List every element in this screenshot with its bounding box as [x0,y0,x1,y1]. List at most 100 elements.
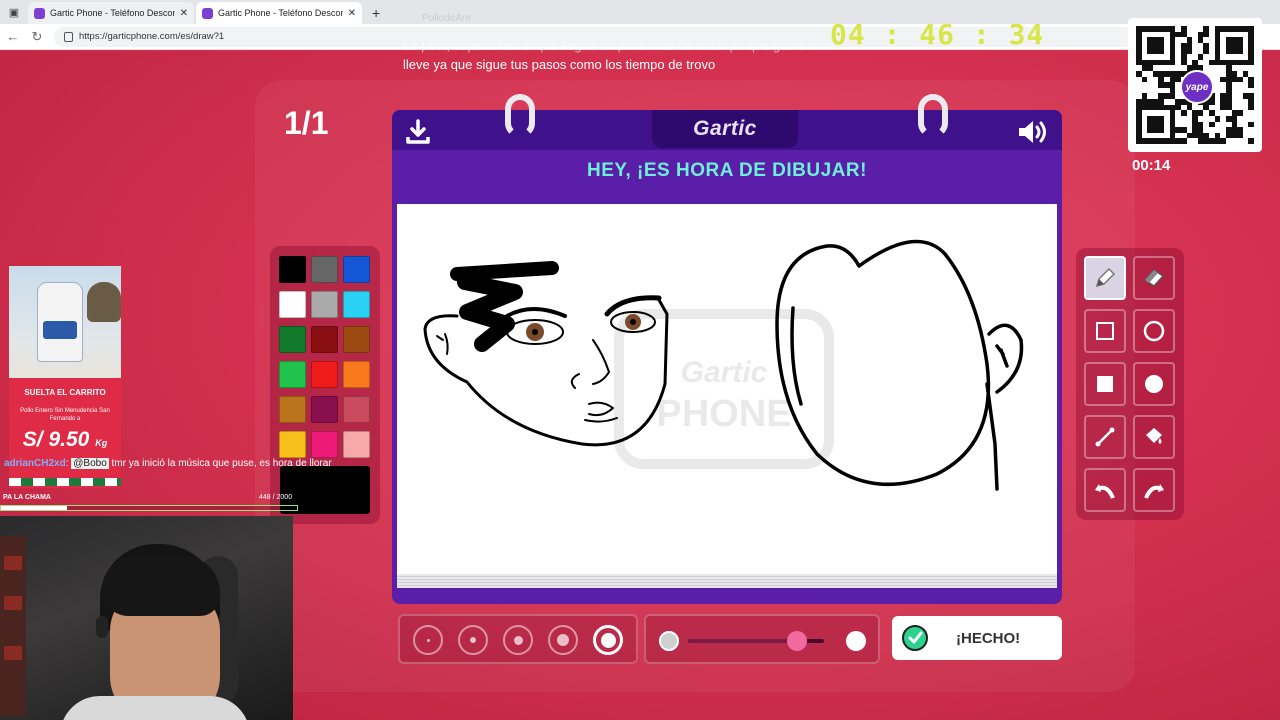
new-tab-button[interactable]: + [364,2,388,24]
color-swatch[interactable] [311,291,338,318]
color-swatch[interactable] [311,431,338,458]
eraser-icon [1143,269,1165,287]
goal-count: 448 / 2000 [259,494,293,501]
color-swatch[interactable] [343,256,370,283]
url-text: https://garticphone.com/es/draw?1 [79,31,225,42]
redo-icon [1144,484,1164,499]
goal-label: PA LA CHAMA [3,494,51,501]
lyrics-line-2: lleve ya que sigue tus pasos como los ti… [403,57,716,72]
chat-mention: @Bobo [71,458,109,469]
line-tool-button[interactable] [1084,415,1126,459]
color-swatch[interactable] [343,291,370,318]
dinosaur-image [87,282,121,322]
opacity-slider [644,614,880,664]
brush-size-button[interactable] [548,625,578,655]
brush-size-button[interactable] [458,625,488,655]
color-swatch[interactable] [311,361,338,388]
right-eye-pupil [630,319,636,325]
right-head-drawing [775,239,1024,491]
rectangle-filled-icon [1097,376,1113,392]
gartic-favicon-icon [202,7,213,19]
done-button[interactable]: ¡HECHO! [892,616,1062,660]
eraser-tool-button[interactable] [1133,256,1175,300]
browser-tab-1[interactable]: Gartic Phone - Teléfono Descompuesto ✕ [28,2,194,24]
color-swatch[interactable] [279,361,306,388]
undo-tool-button[interactable] [1084,468,1126,512]
download-icon[interactable] [404,118,432,146]
color-swatch[interactable] [311,326,338,353]
circle-outline-icon [1143,320,1165,342]
opacity-handle[interactable] [787,631,807,651]
chat-username: adrianCH2xd [4,458,66,469]
sound-icon[interactable] [1016,117,1050,147]
fill-bucket-tool-button[interactable] [1133,415,1175,459]
brush-size-button[interactable] [413,625,443,655]
color-swatch[interactable] [279,326,306,353]
gartic-favicon-icon [34,7,45,19]
gartic-logo: Gartic [652,110,798,148]
pencil-icon [1095,267,1116,288]
line-icon [1095,427,1115,447]
color-swatch[interactable] [279,256,306,283]
browser-tab-title: Gartic Phone - Teléfono Descompuesto [50,8,175,18]
color-swatch[interactable] [343,431,370,458]
background-shelf [0,536,26,716]
brush-size-dot [557,634,569,646]
color-swatch[interactable] [343,326,370,353]
streamer-shirt [60,696,250,720]
back-icon[interactable]: ← [6,29,20,44]
left-eye-pupil [532,329,538,335]
tab-actions-icon[interactable]: ▣ [0,0,28,24]
circle-filled-icon [1145,375,1163,393]
round-counter: 1/1 [284,105,329,141]
reload-icon[interactable]: ↻ [30,29,44,45]
browser-tab-title: Gartic Phone - Teléfono Descompuesto [218,8,343,18]
lock-icon [64,31,73,42]
check-icon [902,625,928,651]
qr-code: yape [1128,18,1262,152]
close-tab-icon[interactable]: ✕ [348,8,356,19]
browser-tab-bar: ▣ Gartic Phone - Teléfono Descompuesto ✕… [0,0,1280,24]
goal-fill [1,506,67,510]
color-swatch[interactable] [311,256,338,283]
rectangle-outline-tool-button[interactable] [1084,309,1126,353]
binder-ring-left [505,94,535,138]
qr-countdown: 00:14 [1132,157,1171,174]
color-swatch[interactable] [343,361,370,388]
color-swatch[interactable] [279,431,306,458]
ad-subtitle: Pollo Entero Sin Menudencia San Fernando… [20,408,110,422]
color-swatch[interactable] [343,396,370,423]
chat-message: adrianCH2xd: @Bobo tmr ya inició la músi… [4,458,332,469]
chicken-bag-image [37,282,83,362]
watermark-word-1: Gartic [681,356,768,389]
color-swatch[interactable] [279,291,306,318]
pencil-tool-button[interactable] [1084,256,1126,300]
left-face-drawing [423,261,669,447]
earphone [96,616,108,638]
drawing-canvas[interactable]: Gartic PHONE [397,204,1057,586]
brush-size-button[interactable] [593,625,623,655]
color-swatch[interactable] [279,396,306,423]
board-title: HEY, ¡ES HORA DE DIBUJAR! [587,160,867,181]
binder-ring-right [918,94,948,138]
chat-text: tmr ya inició la música que puse, es hor… [111,458,332,469]
sponsor-ad: SUELTA EL CARRITO Pollo Entero Sin Menud… [9,266,121,488]
redo-tool-button[interactable] [1133,468,1175,512]
circle-outline-tool-button[interactable] [1133,309,1175,353]
lyrics-line-1: Lo peor, espera llamar que llegue un poc… [403,38,834,53]
rectangle-filled-tool-button[interactable] [1084,362,1126,406]
color-swatch[interactable] [311,396,338,423]
canvas-page-edges [397,574,1057,588]
brush-size-dot [513,635,523,645]
close-tab-icon[interactable]: ✕ [180,8,188,19]
ad-stripe [9,478,121,486]
brush-size-dot [470,637,476,643]
circle-filled-tool-button[interactable] [1133,362,1175,406]
undo-icon [1095,484,1115,499]
stream-timer: 04 : 46 : 34 [830,18,1045,51]
ad-title: SUELTA EL CARRITO [24,388,106,397]
brush-size-button[interactable] [503,625,533,655]
browser-tab-2[interactable]: Gartic Phone - Teléfono Descompuesto ✕ [196,2,362,24]
ad-unit: Kg [95,438,108,448]
done-label: ¡HECHO! [956,629,1021,647]
